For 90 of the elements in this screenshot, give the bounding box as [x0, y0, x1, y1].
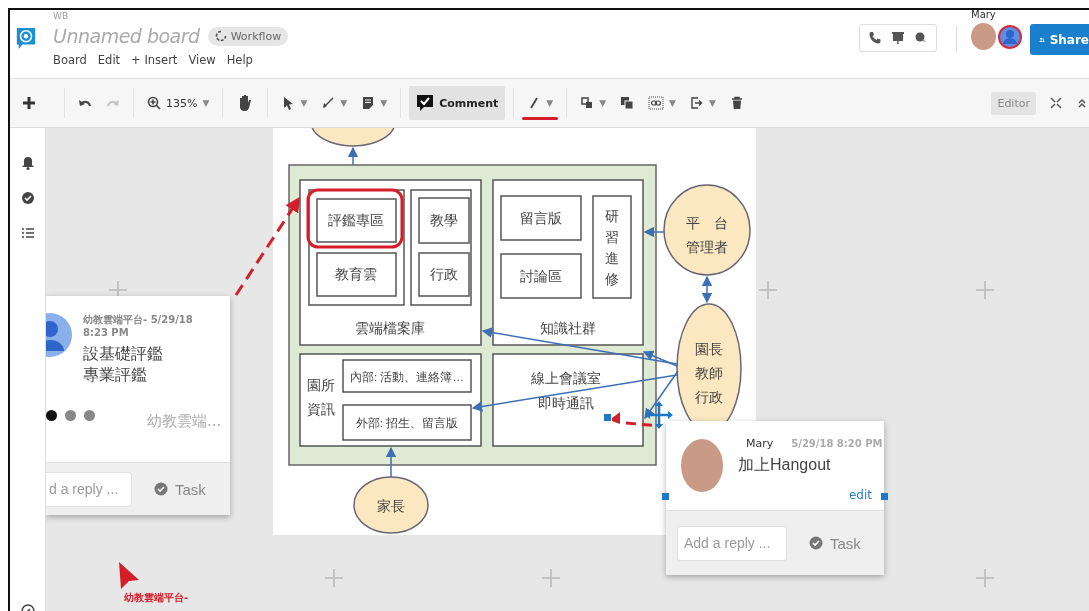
photo-placeholder [681, 439, 723, 492]
grid-plus-icon [325, 569, 343, 587]
toolbar-button[interactable]: ▼ [356, 86, 393, 120]
list-icon[interactable] [20, 226, 35, 240]
logo-icon [15, 27, 37, 51]
copy-icon [620, 96, 635, 110]
toolbar-button[interactable]: 135% ▼ [142, 86, 215, 120]
menu-item[interactable]: + Insert [131, 53, 178, 67]
user-name: Mary [971, 9, 997, 21]
menu-item[interactable]: Help [226, 53, 253, 67]
plus-icon [21, 95, 37, 111]
toolbar-button[interactable]: ▼ [643, 86, 681, 120]
node-label: 平 台 管理者 [686, 215, 728, 255]
cursor-label: 幼教雲端平台- [124, 591, 189, 605]
trash-icon [729, 96, 744, 110]
cursor-icon [119, 562, 139, 589]
share-button[interactable]: Share [1030, 24, 1089, 55]
zoom-in-icon [147, 96, 161, 110]
section-title: 雲端檔案庫 [355, 320, 425, 336]
toolbar-button[interactable]: ▼ [685, 86, 721, 120]
page-dot[interactable] [46, 410, 57, 421]
toolbar-button[interactable]: Comment [409, 86, 506, 120]
reply-field[interactable]: Add a reply ... [677, 525, 787, 561]
fullscreen-icon[interactable] [1050, 97, 1062, 109]
page-dot[interactable] [84, 410, 95, 421]
workspace-name: WB [53, 11, 70, 22]
box-label: 內部: 活動、連絡簿… [350, 371, 464, 383]
comment-icon [416, 94, 435, 112]
move-icon[interactable] [645, 401, 673, 429]
node-label: 家長 [377, 498, 405, 514]
box-label: 研習進修 [605, 208, 619, 287]
toolbar-button[interactable]: ▼ [575, 86, 612, 120]
box-label: 教學 [430, 212, 458, 228]
pin-marker[interactable] [604, 412, 620, 424]
bell-icon[interactable] [20, 156, 35, 170]
workflow-button[interactable]: Workflow [207, 26, 289, 46]
comment-time: 5/29/18 8:20 PM [791, 438, 883, 449]
toolbar-button[interactable]: ▼ [276, 86, 313, 120]
shapes-icon [580, 96, 595, 110]
presentation-icon[interactable] [891, 31, 905, 45]
connector-arrow [347, 146, 359, 166]
section-title: 知識社群 [540, 320, 596, 336]
comment-text: 設基礎評鑑 專業評鑑 [83, 344, 164, 386]
grid-plus-icon [976, 281, 994, 299]
menu-item[interactable]: Edit [97, 53, 121, 67]
box-label: 外部: 招生、留言版 [355, 417, 459, 429]
menu-item[interactable]: Board [53, 53, 87, 67]
menu-item[interactable]: View [188, 53, 216, 67]
check-circle-icon [809, 536, 823, 550]
node-label: 園長 教師 行政 [695, 341, 723, 405]
task-button[interactable]: Task [809, 534, 861, 552]
box-label: 評鑑專區 [328, 212, 384, 228]
check-circle-icon [154, 482, 168, 496]
link-icon [648, 95, 665, 111]
box-label: 行政 [430, 266, 458, 282]
grid-plus-icon [542, 569, 560, 587]
editor-mode-button[interactable]: Editor [991, 91, 1036, 115]
arrow-icon [321, 96, 336, 110]
reply-field[interactable]: d a reply ... [46, 471, 132, 507]
note-icon [361, 96, 376, 110]
comment-author: Mary [746, 437, 774, 450]
toolbar-button[interactable]: ▼ [522, 86, 559, 120]
section-title: 園所 資訊 [307, 377, 335, 417]
comment-source: 幼教雲端... [147, 412, 222, 431]
task-button[interactable]: Task [154, 480, 206, 498]
edit-link[interactable]: edit [848, 488, 872, 502]
grid-plus-icon [759, 281, 777, 299]
grid-plus-icon [976, 569, 994, 587]
page-dot[interactable] [65, 410, 76, 421]
connector-arrow [385, 446, 397, 478]
connector-arrow [643, 226, 665, 238]
phone-icon[interactable] [868, 31, 882, 45]
grid-plus-icon [109, 281, 127, 299]
cycle-icon [214, 30, 227, 42]
box-label: 討論區 [520, 268, 562, 284]
user-avatar-icon[interactable] [998, 25, 1022, 49]
toolbar-button[interactable]: ▼ [316, 86, 353, 120]
connector-arrow [701, 275, 713, 304]
resize-handle[interactable] [662, 493, 669, 500]
resize-handle[interactable] [881, 493, 888, 500]
box-label: 教育雲 [335, 266, 377, 282]
collapse-icon[interactable] [1076, 97, 1088, 109]
board-title[interactable]: Unnamed board [53, 25, 200, 47]
comment-text: 加上Hangout [738, 455, 832, 475]
comment-meta: 幼教雲端平台- 5/29/18 8:23 PM [83, 313, 194, 339]
box-label: 留言版 [520, 210, 562, 226]
section-title: 線上會議室 即時通訊 [531, 370, 601, 411]
check-circle-icon[interactable] [20, 191, 35, 205]
export-icon [690, 96, 704, 110]
chat-icon[interactable] [914, 31, 928, 45]
